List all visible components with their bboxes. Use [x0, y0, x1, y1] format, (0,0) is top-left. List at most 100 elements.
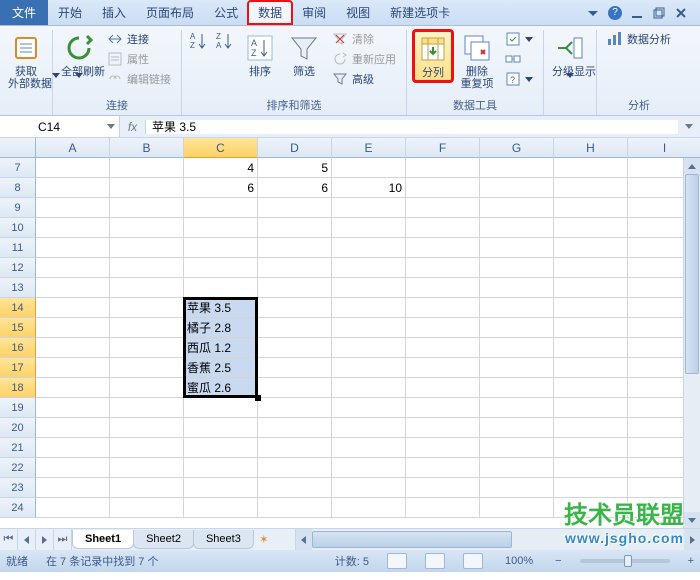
- scroll-up-icon[interactable]: [684, 158, 700, 174]
- row-head-21[interactable]: 21: [0, 438, 36, 458]
- col-head-E[interactable]: E: [332, 138, 406, 158]
- cell-B17[interactable]: [110, 358, 184, 378]
- cell-B10[interactable]: [110, 218, 184, 238]
- cell-D22[interactable]: [258, 458, 332, 478]
- cell-G16[interactable]: [480, 338, 554, 358]
- cell-C9[interactable]: [184, 198, 258, 218]
- cell-E18[interactable]: [332, 378, 406, 398]
- cell-E12[interactable]: [332, 258, 406, 278]
- add-sheet-button[interactable]: ✶: [253, 533, 275, 546]
- cell-B8[interactable]: [110, 178, 184, 198]
- cell-H16[interactable]: [554, 338, 628, 358]
- cell-A8[interactable]: [36, 178, 110, 198]
- zoom-in-button[interactable]: +: [688, 555, 694, 567]
- cell-D11[interactable]: [258, 238, 332, 258]
- cell-C19[interactable]: [184, 398, 258, 418]
- cell-B11[interactable]: [110, 238, 184, 258]
- help-icon[interactable]: ?: [604, 4, 626, 22]
- sheet-tab-Sheet2[interactable]: Sheet2: [133, 530, 194, 549]
- name-box[interactable]: [0, 116, 120, 137]
- scroll-thumb[interactable]: [685, 174, 699, 374]
- cell-G12[interactable]: [480, 258, 554, 278]
- cell-D17[interactable]: [258, 358, 332, 378]
- cell-F16[interactable]: [406, 338, 480, 358]
- tab-nav-next[interactable]: [36, 529, 54, 550]
- consolidate-button[interactable]: [501, 50, 537, 68]
- cell-D14[interactable]: [258, 298, 332, 318]
- cell-H15[interactable]: [554, 318, 628, 338]
- cell-F24[interactable]: [406, 498, 480, 518]
- sheet-tab-Sheet3[interactable]: Sheet3: [193, 530, 254, 549]
- tab-nav-first[interactable]: ⏮: [0, 529, 18, 550]
- cell-C11[interactable]: [184, 238, 258, 258]
- cell-C17[interactable]: 香蕉 2.5: [184, 358, 258, 378]
- view-layout-button[interactable]: [425, 553, 445, 569]
- remove-duplicates-button[interactable]: 删除 重复项: [457, 30, 497, 92]
- cell-H24[interactable]: [554, 498, 628, 518]
- scroll-right-icon[interactable]: [684, 529, 700, 550]
- min-icon[interactable]: [626, 4, 648, 22]
- cell-F13[interactable]: [406, 278, 480, 298]
- cell-F7[interactable]: [406, 158, 480, 178]
- zoom-out-button[interactable]: −: [555, 555, 561, 567]
- cell-A11[interactable]: [36, 238, 110, 258]
- cell-A20[interactable]: [36, 418, 110, 438]
- scroll-thumb[interactable]: [312, 531, 512, 548]
- menu-tab-开始[interactable]: 开始: [48, 1, 92, 24]
- cell-D23[interactable]: [258, 478, 332, 498]
- col-head-H[interactable]: H: [554, 138, 628, 158]
- cell-E20[interactable]: [332, 418, 406, 438]
- row-head-15[interactable]: 15: [0, 318, 36, 338]
- cell-D20[interactable]: [258, 418, 332, 438]
- cell-B13[interactable]: [110, 278, 184, 298]
- file-menu[interactable]: 文件: [0, 0, 48, 25]
- data-analysis-button[interactable]: 数据分析: [603, 30, 675, 48]
- cell-E16[interactable]: [332, 338, 406, 358]
- cell-G18[interactable]: [480, 378, 554, 398]
- col-head-C[interactable]: C: [184, 138, 258, 158]
- cell-E19[interactable]: [332, 398, 406, 418]
- cell-F19[interactable]: [406, 398, 480, 418]
- view-normal-button[interactable]: [387, 553, 407, 569]
- cell-B24[interactable]: [110, 498, 184, 518]
- cell-C23[interactable]: [184, 478, 258, 498]
- menu-tab-审阅[interactable]: 审阅: [292, 1, 336, 24]
- cell-D21[interactable]: [258, 438, 332, 458]
- cell-G23[interactable]: [480, 478, 554, 498]
- refresh-all-button[interactable]: 全部刷新: [59, 30, 99, 92]
- cell-B19[interactable]: [110, 398, 184, 418]
- cell-A9[interactable]: [36, 198, 110, 218]
- row-head-24[interactable]: 24: [0, 498, 36, 518]
- row-head-14[interactable]: 14: [0, 298, 36, 318]
- cell-C8[interactable]: 6: [184, 178, 258, 198]
- cell-H20[interactable]: [554, 418, 628, 438]
- cell-A17[interactable]: [36, 358, 110, 378]
- row-head-18[interactable]: 18: [0, 378, 36, 398]
- cell-C7[interactable]: 4: [184, 158, 258, 178]
- cell-G17[interactable]: [480, 358, 554, 378]
- cell-C16[interactable]: 西瓜 1.2: [184, 338, 258, 358]
- formula-input[interactable]: [146, 120, 678, 134]
- col-head-I[interactable]: I: [628, 138, 700, 158]
- cell-G15[interactable]: [480, 318, 554, 338]
- cell-H17[interactable]: [554, 358, 628, 378]
- cell-B15[interactable]: [110, 318, 184, 338]
- menu-tab-视图[interactable]: 视图: [336, 1, 380, 24]
- sort-desc-button[interactable]: ZA: [214, 30, 236, 52]
- cell-D18[interactable]: [258, 378, 332, 398]
- cell-E22[interactable]: [332, 458, 406, 478]
- ribbon-minimize-icon[interactable]: [582, 4, 604, 22]
- tab-nav-last[interactable]: ⏭: [54, 529, 72, 550]
- tab-nav-prev[interactable]: [18, 529, 36, 550]
- cell-C13[interactable]: [184, 278, 258, 298]
- row-head-13[interactable]: 13: [0, 278, 36, 298]
- col-head-F[interactable]: F: [406, 138, 480, 158]
- cell-H13[interactable]: [554, 278, 628, 298]
- cell-C12[interactable]: [184, 258, 258, 278]
- cell-G10[interactable]: [480, 218, 554, 238]
- chevron-down-icon[interactable]: [107, 124, 115, 129]
- cell-B22[interactable]: [110, 458, 184, 478]
- cell-B21[interactable]: [110, 438, 184, 458]
- cell-C21[interactable]: [184, 438, 258, 458]
- cell-G21[interactable]: [480, 438, 554, 458]
